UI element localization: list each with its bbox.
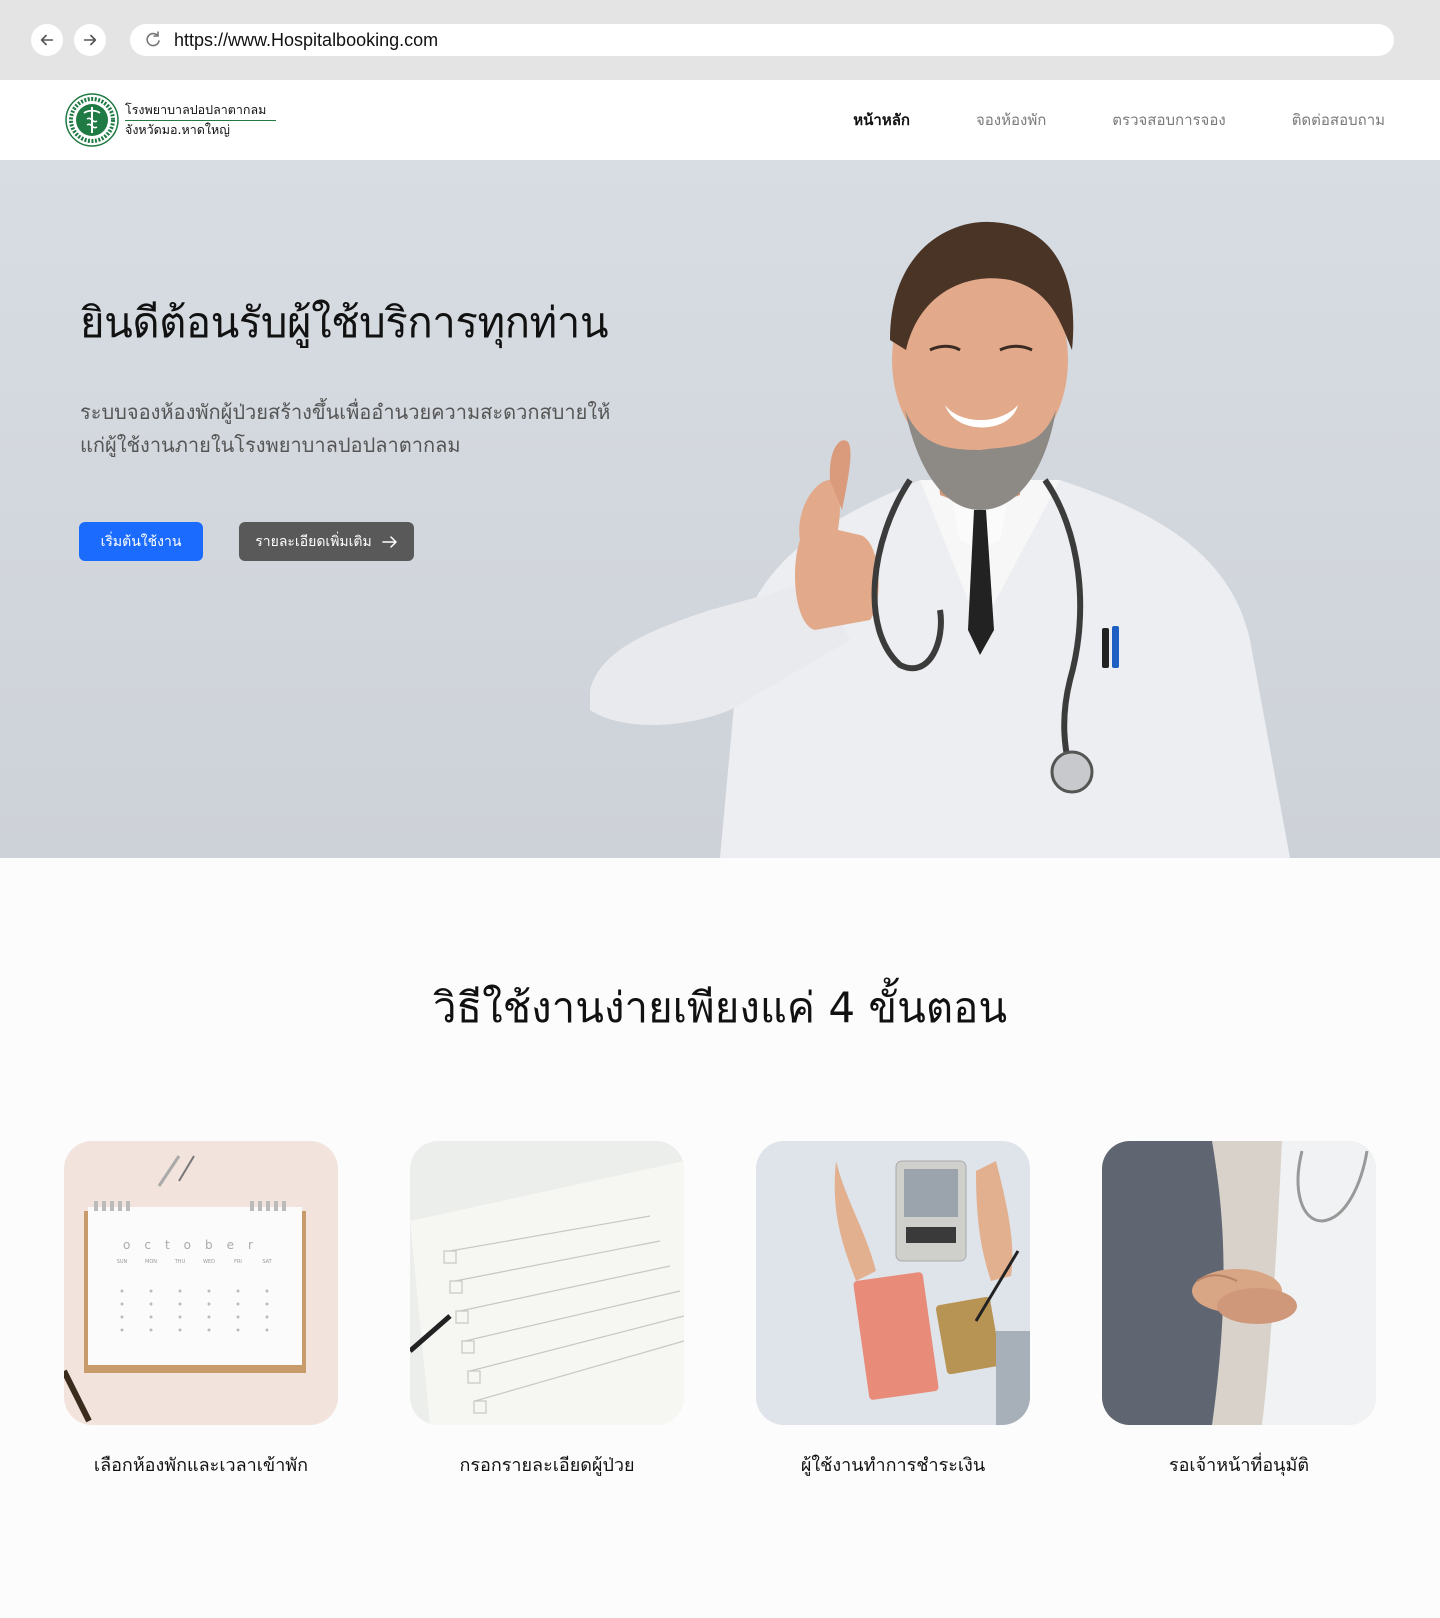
hero-title: ยินดีต้อนรับผู้ใช้บริการทุกท่าน [80,298,609,347]
step-1-label: เลือกห้องพักและเวลาเข้าพัก [93,1455,309,1476]
reload-icon[interactable] [142,29,164,51]
payment-image [756,1141,1030,1425]
main-nav: หน้าหลัก จองห้องพัก ตรวจสอบการจอง ติดต่อ… [787,80,1385,160]
step-2-card[interactable] [410,1141,684,1425]
step-2-label: กรอกรายละเอียดผู้ป่วย [459,1455,635,1476]
svg-text:SUN: SUN [117,1259,128,1265]
arrow-left-icon [40,34,54,46]
nav-contact[interactable]: ติดต่อสอบถาม [1292,108,1385,132]
ministry-emblem-icon [65,93,119,147]
forward-button[interactable] [74,24,106,56]
back-button[interactable] [31,24,63,56]
nav-home[interactable]: หน้าหลัก [853,108,910,132]
hero-description-line1: ระบบจองห้องพักผู้ป่วยสร้างขึ้นเพื่ออำนวย… [80,400,611,424]
svg-text:SAT: SAT [262,1259,272,1265]
logo-title: โรงพยาบาลปอปลาตากลม [125,102,277,121]
get-started-label: เริ่มต้นใช้งาน [100,533,182,550]
doctor-thumbs-up-image [590,221,1290,858]
step-3-card[interactable] [756,1141,1030,1425]
more-details-button[interactable]: รายละเอียดเพิ่มเติม [239,522,414,561]
address-bar[interactable]: https://www.Hospitalbooking.com [130,24,1394,56]
more-details-label: รายละเอียดเพิ่มเติม [255,533,372,550]
step-3-label: ผู้ใช้งานทำการชำระเงิน [800,1455,986,1476]
hero-description-line2: แก่ผู้ใช้งานภายในโรงพยาบาลปอปลาตากลม [80,433,461,457]
calendar-image: october SUN MON THU WED FRI SAT [64,1141,338,1425]
url-text[interactable]: https://www.Hospitalbooking.com [174,30,438,51]
get-started-button[interactable]: เริ่มต้นใช้งาน [79,522,203,561]
arrow-right-icon [83,34,97,46]
arrow-right-icon [382,535,397,548]
svg-text:THU: THU [174,1259,186,1265]
calendar-month-text: october [123,1238,267,1252]
hero-section: ยินดีต้อนรับผู้ใช้บริการทุกท่าน ระบบจองห… [0,160,1440,858]
svg-text:FRI: FRI [234,1259,242,1265]
logo-subtitle: จังหวัดมอ.หาดใหญ่ [125,121,230,137]
svg-text:MON: MON [145,1259,157,1265]
hospital-logo[interactable]: โรงพยาบาลปอปลาตากลม จังหวัดมอ.หาดใหญ่ [65,93,277,147]
step-4-label: รอเจ้าหน้าที่อนุมัติ [1168,1455,1310,1476]
steps-title: วิธีใช้งานง่ายเพียงแค่ 4 ขั้นตอน [432,983,1008,1032]
nav-book-room[interactable]: จองห้องพัก [976,108,1046,132]
holding-hands-image [1102,1141,1376,1425]
browser-toolbar: https://www.Hospitalbooking.com [0,0,1440,80]
nav-check-booking[interactable]: ตรวจสอบการจอง [1112,108,1225,132]
site-header: โรงพยาบาลปอปลาตากลม จังหวัดมอ.หาดใหญ่ หน… [0,80,1440,160]
svg-text:WED: WED [203,1259,215,1265]
step-4-card[interactable] [1102,1141,1376,1425]
step-1-card[interactable]: october SUN MON THU WED FRI SAT [64,1141,338,1425]
checklist-image [410,1141,684,1425]
